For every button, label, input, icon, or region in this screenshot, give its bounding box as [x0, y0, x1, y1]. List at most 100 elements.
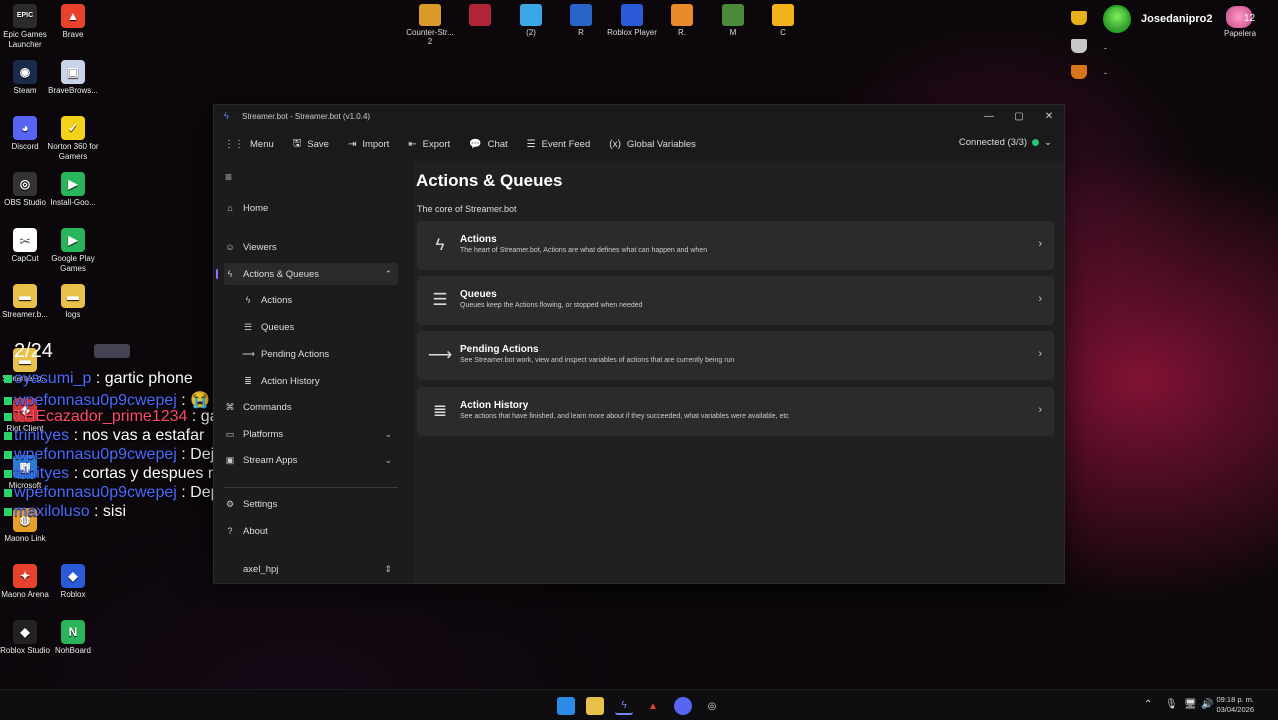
desktop-icon[interactable]: ◆ Roblox	[45, 564, 101, 600]
desktop-icon[interactable]: ▶ Google Play Games	[45, 228, 101, 274]
nav-card-pending-actions[interactable]: ⟶ Pending Actions See Streamer.bot work, v…	[417, 331, 1054, 380]
sidebar-item-settings[interactable]: ⚙ Settings	[224, 493, 398, 515]
discord-taskbar-icon[interactable]	[674, 697, 692, 715]
sidebar-item-viewers[interactable]: ☺ Viewers	[224, 236, 398, 258]
sidebar-item-actions[interactable]: ϟ Actions	[242, 289, 398, 311]
sidebar-item-platforms[interactable]: ▭ Platforms ⌄	[224, 423, 398, 445]
app-icon	[469, 4, 491, 26]
obs-taskbar-icon[interactable]: ◎	[703, 697, 721, 715]
toolbar-label: Import	[362, 138, 390, 150]
toolbar-label: Save	[307, 138, 329, 150]
counter-text: 2/24	[14, 340, 53, 362]
toolbar-button-event-feed[interactable]: ☰ Event Feed	[527, 139, 591, 150]
profile-selector[interactable]: axel_hpj ⇕	[224, 558, 398, 580]
chat-username: wpefonnasu0p9cwepej	[14, 446, 177, 463]
clock-date: 03/04/2026	[1216, 705, 1254, 714]
sidebar: ≡ ⌂ Home ☺ Viewers ϟ Actions & Queues ⌃ …	[214, 161, 404, 583]
app-icon: ◆	[13, 620, 37, 644]
sidebar-item-commands[interactable]: ⌘ Commands	[224, 396, 398, 418]
microphone-icon[interactable]: 🎙	[1165, 699, 1178, 710]
chevron-right-icon: ›	[1038, 293, 1042, 305]
card-description: See Streamer.bot work, view and inspect …	[460, 357, 735, 364]
desktop-icon[interactable]: ▲ Brave	[45, 4, 101, 40]
desktop-icon[interactable]: Roblox Player	[607, 4, 657, 37]
toolbar-button-save[interactable]: 🖫 Save	[293, 136, 329, 153]
desktop-icon[interactable]: R	[556, 4, 606, 37]
desktop-icon[interactable]: N NohBoard	[45, 620, 101, 656]
chevron-up-icon: ⌃	[384, 268, 392, 279]
desktop-icon[interactable]: Counter-Str... 2	[405, 4, 455, 46]
sidebar-item-label: Stream Apps	[243, 454, 298, 466]
desktop-icon[interactable]: ▬ logs	[45, 284, 101, 320]
desktop-icon[interactable]: (2)	[506, 4, 556, 37]
desktop-icon[interactable]: C	[758, 4, 808, 37]
title-bar[interactable]: ϟ Streamer.bot - Streamer.bot (v1.0.4)	[214, 105, 1064, 127]
volume-icon[interactable]: 🔊	[1201, 699, 1213, 710]
event-feed-icon: ☰	[526, 138, 536, 150]
sidebar-item-label: Commands	[243, 401, 292, 413]
desktop-icon[interactable]: R.	[657, 4, 707, 37]
nav-card-actions[interactable]: ϟ Actions The heart of Streamer.bot, Actio…	[417, 221, 1054, 270]
hamburger-icon[interactable]: ≡	[225, 170, 232, 184]
toolbar-button-chat[interactable]: 💬 Chat	[469, 139, 508, 150]
sidebar-item-actions-queues[interactable]: ϟ Actions & Queues ⌃	[216, 263, 398, 285]
app-icon: ◎	[13, 172, 37, 196]
windows-start-icon[interactable]	[557, 697, 575, 715]
chat-message: maxiloluso : sisi	[4, 503, 126, 521]
clock[interactable]: 09:18 p. m. 03/04/2026	[1216, 695, 1254, 715]
toolbar-label: Menu	[250, 138, 274, 150]
sidebar-item-label: Queues	[261, 321, 295, 333]
desktop-icon[interactable]: M	[708, 4, 758, 37]
maximize-button[interactable]: ▢	[1004, 105, 1034, 127]
network-icon[interactable]: 🖥	[1184, 699, 1197, 710]
platform-icon: ▭	[225, 428, 235, 439]
bolt-icon: ϟ	[245, 295, 251, 305]
page-title: Actions & Queues	[416, 171, 563, 190]
app-icon: ▬	[61, 284, 85, 308]
sidebar-item-stream-apps[interactable]: ▣ Stream Apps ⌄	[224, 449, 398, 471]
sidebar-item-home[interactable]: ⌂ Home	[224, 197, 398, 219]
toolbar-label: Export	[422, 138, 451, 150]
export-icon: ⇤	[408, 138, 417, 150]
sidebar-item-queues[interactable]: ☰ Queues	[242, 316, 398, 338]
toolbar-button-menu[interactable]: ⋮⋮ Menu	[224, 139, 274, 150]
card-title: Action History	[460, 400, 529, 411]
brave-taskbar-icon[interactable]: ▲	[644, 697, 662, 715]
toolbar-button-export[interactable]: ⇤ Export	[408, 139, 450, 150]
desktop-icon-label: C	[780, 28, 786, 37]
chat-username: wpefonnasu0p9cwepej	[14, 392, 177, 409]
toolbar-button-global-variables[interactable]: (x) Global Variables	[609, 139, 696, 150]
keyboard-icon	[94, 344, 130, 358]
file-explorer-icon[interactable]	[586, 697, 604, 715]
desktop-icon[interactable]: ▣ BraveBrows...	[45, 60, 101, 96]
chevron-right-icon: ›	[1038, 348, 1042, 360]
sidebar-item-action-history[interactable]: ≣ Action History	[242, 370, 398, 392]
close-button[interactable]: ✕	[1034, 105, 1064, 127]
chat-message: trinityes : nos vas a estafar	[4, 427, 204, 445]
app-icon	[570, 4, 592, 26]
desktop-icon-label: BraveBrows...	[48, 86, 98, 95]
sidebar-item-about[interactable]: ? About	[224, 520, 398, 542]
minimize-button[interactable]: —	[974, 105, 1004, 127]
desktop-icon[interactable]	[455, 4, 505, 28]
chat-username: wpefonnasu0p9cwepej	[14, 484, 177, 501]
sidebar-item-pending-actions[interactable]: ⟶ Pending Actions	[242, 343, 398, 365]
desktop-icon[interactable]: ▶ Install-Goo...	[45, 172, 101, 208]
recycle-bin-label: Papelera	[1224, 29, 1257, 38]
chevron-up-icon[interactable]: ⌃	[1144, 699, 1152, 710]
desktop-icon[interactable]: ✓ Norton 360 for Gamers	[45, 116, 101, 162]
chat-username: trinityes	[14, 465, 70, 482]
sidebar-item-label: Settings	[243, 498, 278, 510]
profile-name: axel_hpj	[243, 563, 279, 575]
nav-card-queues[interactable]: ☰ Queues Queues keep the Actions flowing, …	[417, 276, 1054, 325]
streamerbot-taskbar-icon[interactable]: ϟ	[615, 697, 633, 715]
card-icon: ⟶	[427, 345, 453, 364]
app-logo-icon: ϟ	[224, 111, 229, 121]
app-icon: ✂	[13, 228, 37, 252]
menu-icon: ⋮⋮	[224, 138, 244, 150]
bolt-icon: ϟ	[227, 269, 233, 279]
streamerbot-window: ϟ Streamer.bot - Streamer.bot (v1.0.4) —…	[213, 104, 1065, 584]
toolbar-button-import[interactable]: ⇥ Import	[348, 139, 389, 150]
connection-status[interactable]: Connected (3/3) ⌄	[959, 137, 1052, 148]
nav-card-action-history[interactable]: ≣ Action History See actions that have fin…	[417, 387, 1054, 436]
